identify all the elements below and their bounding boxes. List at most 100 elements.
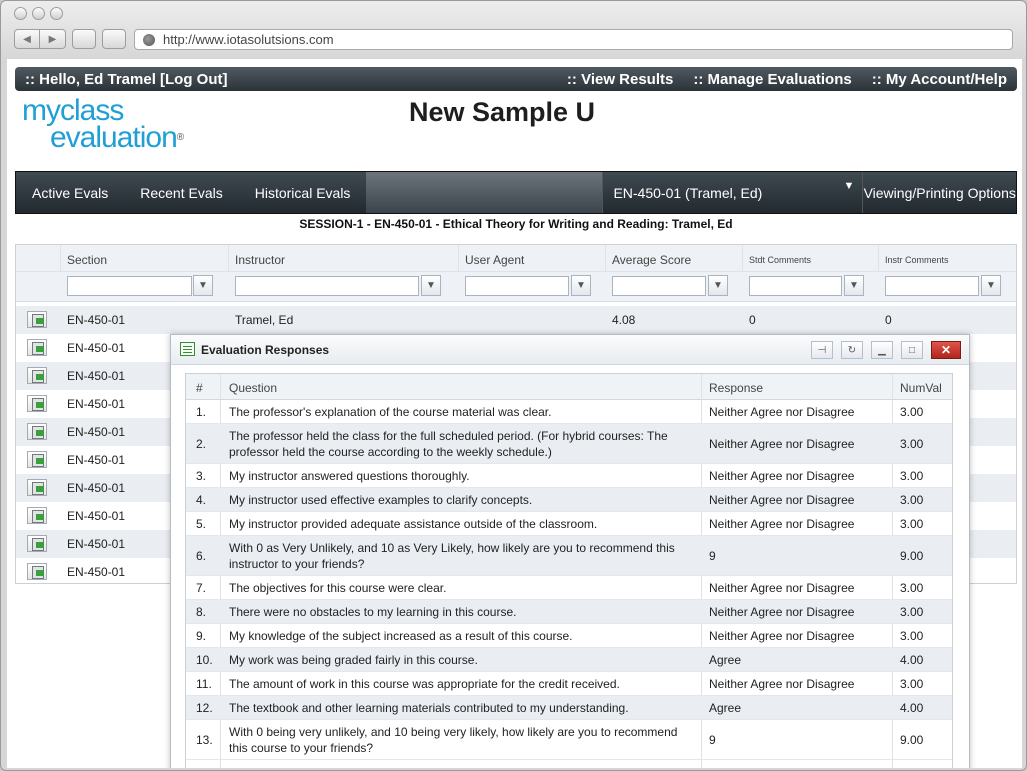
table-row[interactable]: 9. My knowledge of the subject increased … (186, 624, 952, 648)
instructor-filter-input[interactable] (235, 276, 419, 296)
open-evaluation-icon[interactable] (27, 535, 47, 552)
dialog-header: Evaluation Responses ⊣ ↻ ▁ □ ✕ (171, 335, 969, 365)
filter-icon[interactable]: ▼ (708, 275, 728, 296)
instr-comments-filter-input[interactable] (885, 276, 979, 296)
course-select[interactable]: EN-450-01 (Tramel, Ed) ▼ (602, 172, 862, 213)
open-evaluation-icon[interactable] (27, 563, 47, 580)
maximize-icon[interactable]: □ (901, 341, 923, 359)
home-button[interactable] (102, 29, 126, 49)
col-numval[interactable]: NumVal (900, 381, 942, 395)
filter-icon[interactable]: ▼ (844, 275, 864, 296)
globe-icon (143, 33, 155, 46)
reload-button[interactable] (72, 29, 96, 49)
question-text: The professor's explanation of the cours… (229, 405, 552, 419)
open-evaluation-icon[interactable] (27, 367, 47, 384)
numval-text: 4.00 (900, 653, 924, 667)
table-row[interactable]: 11. The amount of work in this course was… (186, 672, 952, 696)
col-average-score[interactable]: Average Score (612, 253, 691, 267)
col-instructor[interactable]: Instructor (235, 253, 285, 267)
filter-icon[interactable]: ▼ (421, 275, 441, 296)
section-cell: EN-450-01 (67, 341, 126, 355)
col-number[interactable]: # (196, 381, 203, 395)
table-row[interactable]: 2. The professor held the class for the f… (186, 424, 952, 464)
tab-historical-evals[interactable]: Historical Evals (239, 172, 367, 213)
table-row[interactable]: 12. The textbook and other learning mater… (186, 696, 952, 720)
filter-icon[interactable]: ▼ (981, 275, 1001, 296)
back-button[interactable]: ◀ (14, 29, 40, 49)
refresh-icon[interactable]: ↻ (841, 341, 863, 359)
table-row[interactable]: 1. The professor's explanation of the cou… (186, 400, 952, 424)
filter-icon[interactable]: ▼ (193, 275, 213, 296)
responses-table: # Question Response NumVal 1. The profess… (185, 373, 953, 768)
tab-bar: Active Evals Recent Evals Historical Eva… (15, 171, 1017, 214)
view-results-link[interactable]: :: View Results (567, 71, 673, 88)
numval-text: 3.00 (900, 469, 924, 483)
col-stdt-comments[interactable]: Stdt Comments (749, 255, 811, 265)
user-agent-filter-input[interactable] (465, 276, 569, 296)
response-text: Neither Agree nor Disagree (709, 629, 855, 643)
top-nav-bar: :: Hello, Ed Tramel [Log Out] :: View Re… (15, 67, 1017, 91)
table-row[interactable]: 5. My instructor provided adequate assist… (186, 512, 952, 536)
close-window-icon[interactable] (14, 7, 27, 20)
col-user-agent[interactable]: User Agent (465, 253, 524, 267)
response-text: Neither Agree nor Disagree (709, 493, 855, 507)
numval-text: 3.00 (900, 605, 924, 619)
open-evaluation-icon[interactable] (27, 311, 47, 328)
table-row[interactable]: 7. The objectives for this course were cl… (186, 576, 952, 600)
table-row[interactable]: 13. With 0 being very unlikely, and 10 be… (186, 720, 952, 760)
close-icon[interactable]: ✕ (931, 341, 961, 359)
numval-text: 3.00 (900, 493, 924, 507)
manage-evaluations-link[interactable]: :: Manage Evaluations (693, 71, 851, 88)
row-number: 9. (196, 629, 207, 643)
minimize-icon[interactable]: ▁ (871, 341, 893, 359)
greeting-logout-link[interactable]: :: Hello, Ed Tramel [Log Out] (25, 71, 228, 88)
question-text: My instructor answered questions thoroug… (229, 469, 470, 483)
grid-header: Section Instructor User Agent Average Sc… (16, 245, 1016, 272)
row-number: 10. (196, 653, 213, 667)
open-evaluation-icon[interactable] (27, 423, 47, 440)
table-row[interactable]: 4. My instructor used effective examples … (186, 488, 952, 512)
numval-text: 3.00 (900, 517, 924, 531)
table-row[interactable]: 3. My instructor answered questions thoro… (186, 464, 952, 488)
open-evaluation-icon[interactable] (27, 395, 47, 412)
row-number: 8. (196, 605, 207, 619)
open-evaluation-icon[interactable] (27, 339, 47, 356)
tab-recent-evals[interactable]: Recent Evals (124, 172, 238, 213)
tab-active-evals[interactable]: Active Evals (16, 172, 124, 213)
section-cell: EN-450-01 (67, 565, 126, 579)
open-evaluation-icon[interactable] (27, 507, 47, 524)
question-text: With 0 being very unlikely, and 10 being… (229, 725, 678, 755)
stdt-comments-filter-input[interactable] (749, 276, 842, 296)
my-account-help-link[interactable]: :: My Account/Help (872, 71, 1007, 88)
col-instr-comments[interactable]: Instr Comments (885, 255, 949, 265)
row-number: 13. (196, 733, 213, 747)
table-row[interactable]: 6. With 0 as Very Unlikely, and 10 as Ver… (186, 536, 952, 576)
forward-button[interactable]: ▶ (40, 29, 66, 49)
list-icon (180, 342, 195, 356)
minimize-window-icon[interactable] (32, 7, 45, 20)
open-evaluation-icon[interactable] (27, 479, 47, 496)
average-filter-input[interactable] (612, 276, 706, 296)
table-row[interactable]: 8. There were no obstacles to my learning… (186, 600, 952, 624)
col-question[interactable]: Question (229, 381, 277, 395)
section-filter-input[interactable] (67, 276, 192, 296)
pin-icon[interactable]: ⊣ (811, 341, 833, 359)
table-row[interactable]: EN-450-01 Tramel, Ed 4.08 0 0 (16, 306, 1016, 334)
row-number: 3. (196, 469, 207, 483)
open-evaluation-icon[interactable] (27, 451, 47, 468)
question-text: My instructor used effective examples to… (229, 493, 533, 507)
section-cell: EN-450-01 (67, 369, 126, 383)
maximize-window-icon[interactable] (50, 7, 63, 20)
numval-text: 3.00 (900, 405, 924, 419)
numval-text: 3.00 (900, 437, 924, 451)
response-text: Neither Agree nor Disagree (709, 581, 855, 595)
col-section[interactable]: Section (67, 253, 107, 267)
institution-title: New Sample U (408, 97, 596, 127)
col-response[interactable]: Response (709, 381, 763, 395)
filter-row: ▼ ▼ ▼ ▼ ▼ ▼ (16, 272, 1016, 302)
row-number: 5. (196, 517, 207, 531)
viewing-printing-options-button[interactable]: Viewing/Printing Options (862, 172, 1016, 213)
filter-icon[interactable]: ▼ (571, 275, 591, 296)
address-bar[interactable]: http://www.iotasolutsions.com (134, 29, 1013, 50)
table-row[interactable]: 10. My work was being graded fairly in th… (186, 648, 952, 672)
